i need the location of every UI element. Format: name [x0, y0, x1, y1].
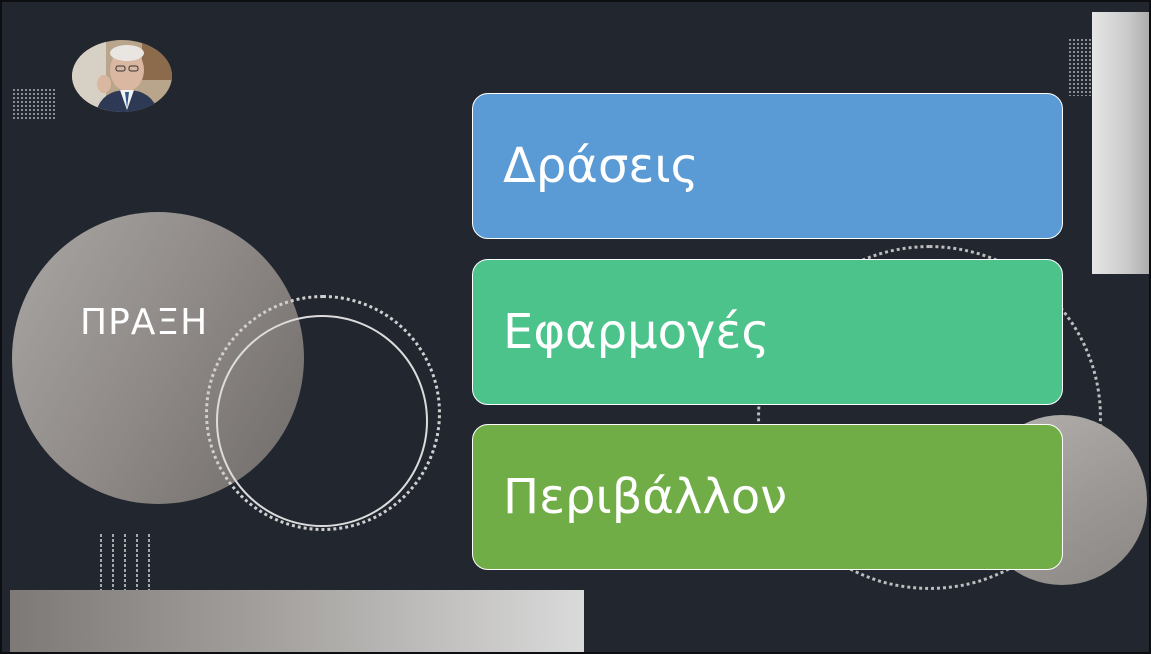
portrait-photo-icon — [72, 40, 172, 112]
section-title: ΠΡΑΞΗ — [80, 302, 209, 343]
presentation-slide: ΠΡΑΞΗ Δράσεις Εφαρμογές Περιβάλλον — [0, 0, 1151, 654]
gradient-bar-right — [1092, 12, 1149, 274]
box-perivallon-label: Περιβάλλον — [503, 469, 788, 525]
box-efarmoges-label: Εφαρμογές — [503, 304, 770, 360]
ring-circle-left — [216, 315, 428, 527]
vertical-dotted-lines — [100, 534, 160, 592]
dot-grid-top-left — [12, 88, 56, 120]
gradient-bar-bottom — [10, 590, 584, 652]
box-perivallon: Περιβάλλον — [472, 424, 1063, 570]
box-efarmoges: Εφαρμογές — [472, 259, 1063, 405]
box-draseis-label: Δράσεις — [503, 138, 699, 194]
portrait-svg — [72, 40, 172, 112]
box-draseis: Δράσεις — [472, 93, 1063, 239]
